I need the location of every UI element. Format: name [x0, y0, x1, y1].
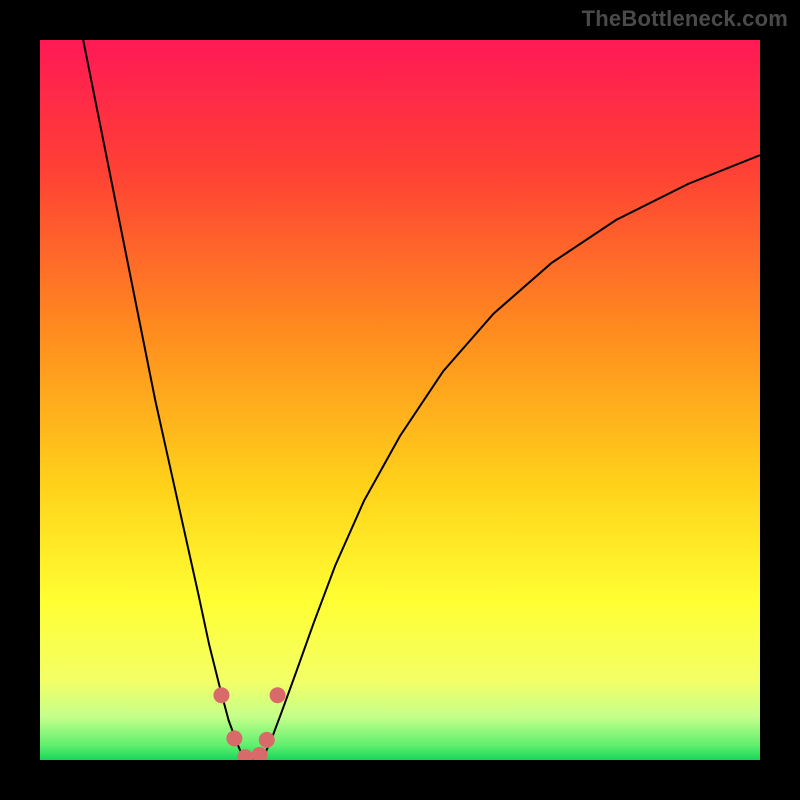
curve-marker [270, 687, 286, 703]
gradient-background [40, 40, 760, 760]
curve-marker [213, 687, 229, 703]
chart-frame: TheBottleneck.com [0, 0, 800, 800]
watermark-text: TheBottleneck.com [582, 6, 788, 32]
plot-area [40, 40, 760, 760]
curve-marker [226, 730, 242, 746]
chart-svg [40, 40, 760, 760]
curve-marker [259, 732, 275, 748]
